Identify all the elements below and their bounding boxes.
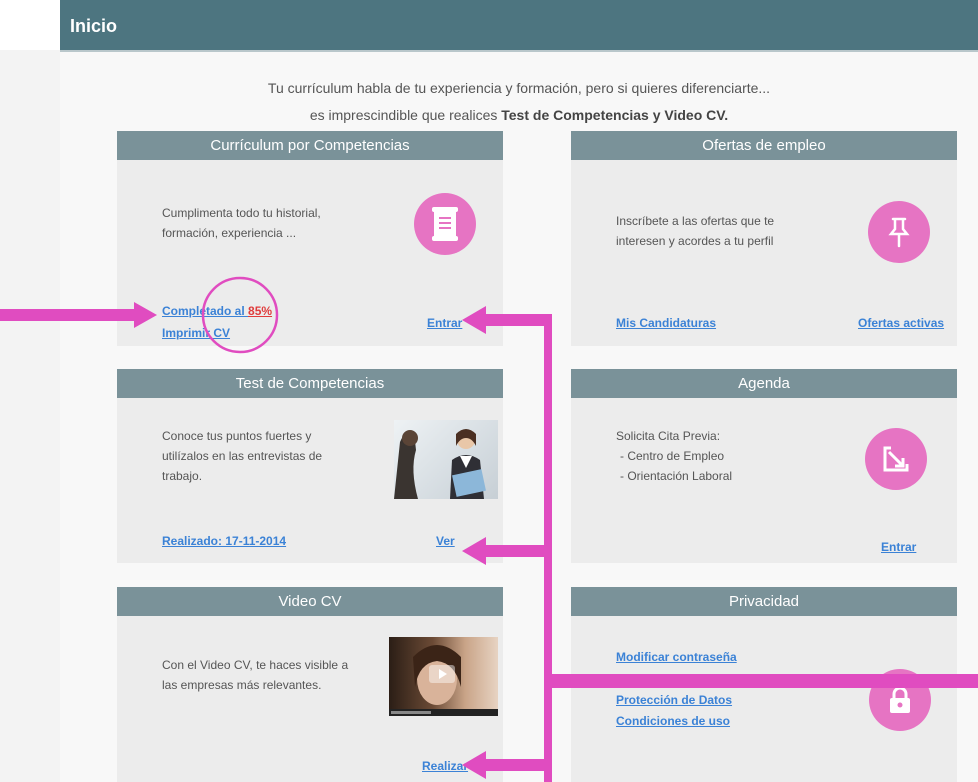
curriculum-text-2: formación, experiencia ...: [162, 226, 297, 240]
curriculum-description: Cumplimenta todo tu historial, formación…: [162, 203, 321, 243]
card-ofertas: Ofertas de empleo Inscríbete a las ofert…: [571, 131, 957, 346]
test-view-link[interactable]: Ver: [436, 534, 455, 548]
main-content: Tu currículum habla de tu experiencia y …: [60, 52, 978, 782]
test-description: Conoce tus puntos fuertes y utilízalos e…: [162, 426, 322, 486]
card-curriculum-title: Currículum por Competencias: [117, 131, 503, 160]
completed-link[interactable]: Completado al 85%: [162, 304, 272, 318]
agenda-text-2: - Centro de Empleo: [620, 449, 725, 463]
curriculum-enter-link[interactable]: Entrar: [427, 316, 462, 330]
completed-percent[interactable]: 85%: [248, 304, 272, 318]
card-privacidad-title: Privacidad: [571, 587, 957, 616]
video-realizar-link[interactable]: Realizar: [422, 759, 468, 773]
card-curriculum: Currículum por Competencias Cumplimenta …: [117, 131, 503, 346]
modificar-contrasena-link[interactable]: Modificar contraseña: [616, 650, 737, 664]
interview-photo: [394, 420, 498, 499]
completed-label[interactable]: Completado al: [162, 304, 248, 318]
intro-line-2: es imprescindible que realices Test de C…: [60, 107, 978, 123]
intro-line-2-bold: Test de Competencias y Video CV.: [501, 107, 729, 123]
card-video: Video CV Con el Video CV, te haces visib…: [117, 587, 503, 782]
document-icon: [414, 193, 476, 255]
ofertas-text-2: interesen y acordes a tu perfil: [616, 234, 774, 248]
condiciones-uso-link[interactable]: Condiciones de uso: [616, 714, 730, 728]
test-text-3: trabajo.: [162, 469, 203, 483]
curriculum-text-1: Cumplimenta todo tu historial,: [162, 206, 321, 220]
agenda-enter-link[interactable]: Entrar: [881, 540, 916, 554]
intro-line-2-text: es imprescindible que realices: [309, 107, 502, 123]
agenda-description: Solicita Cita Previa: - Centro de Empleo…: [616, 426, 732, 486]
realizado-link[interactable]: Realizado: 17-11-2014: [162, 534, 286, 548]
mis-candidaturas-link[interactable]: Mis Candidaturas: [616, 316, 716, 330]
card-test-title: Test de Competencias: [117, 369, 503, 398]
test-text-2: utilízalos en las entrevistas de: [162, 449, 323, 463]
card-agenda-title: Agenda: [571, 369, 957, 398]
lock-icon: [869, 669, 931, 731]
ofertas-description: Inscríbete a las ofertas que te interese…: [616, 211, 774, 251]
card-ofertas-title: Ofertas de empleo: [571, 131, 957, 160]
print-cv-link[interactable]: Imprimir CV: [162, 326, 230, 340]
test-text-1: Conoce tus puntos fuertes y: [162, 429, 312, 443]
edit-icon: [865, 428, 927, 490]
intro-line-1: Tu currículum habla de tu experiencia y …: [267, 80, 771, 96]
ofertas-text-1: Inscríbete a las ofertas que te: [616, 214, 775, 228]
card-agenda: Agenda Solicita Cita Previa: - Centro de…: [571, 369, 957, 563]
video-thumbnail[interactable]: [389, 637, 498, 716]
card-test: Test de Competencias Conoce tus puntos f…: [117, 369, 503, 563]
card-privacidad: Privacidad Modificar contraseña Protecci…: [571, 587, 957, 782]
proteccion-datos-link[interactable]: Protección de Datos: [616, 693, 732, 707]
video-text-1: Con el Video CV, te haces visible a: [162, 658, 349, 672]
page-title: Inicio: [70, 16, 118, 36]
agenda-text-3: - Orientación Laboral: [620, 469, 733, 483]
video-text-2: las empresas más relevantes.: [162, 678, 322, 692]
ofertas-activas-link[interactable]: Ofertas activas: [858, 316, 944, 330]
video-description: Con el Video CV, te haces visible a las …: [162, 655, 348, 695]
play-icon[interactable]: [429, 665, 455, 683]
left-panel: [0, 50, 60, 782]
page-header: Inicio: [60, 0, 978, 52]
card-video-title: Video CV: [117, 587, 503, 616]
agenda-text-1: Solicita Cita Previa:: [616, 429, 721, 443]
pushpin-icon: [868, 201, 930, 263]
